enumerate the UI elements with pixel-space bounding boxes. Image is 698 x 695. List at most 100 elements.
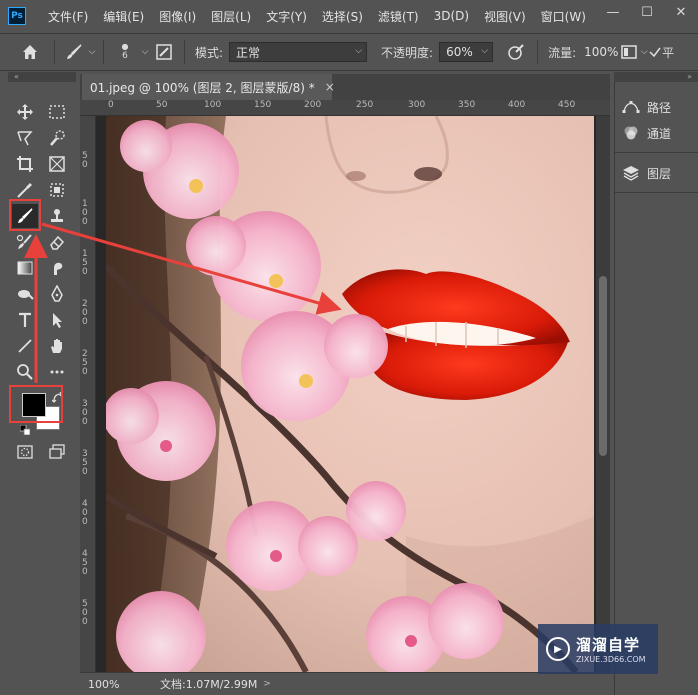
flow-label: 流量: <box>548 45 577 60</box>
eraser-tool[interactable] <box>44 230 70 254</box>
ruler-tick-label: 2 0 0 <box>82 299 88 327</box>
ruler-tick-label: 100 <box>204 100 222 110</box>
scrollbar-thumb[interactable] <box>599 276 607 456</box>
close-button[interactable]: ✕ <box>664 0 698 24</box>
brush-size-picker[interactable]: ● 6 <box>110 37 140 67</box>
dodge-tool[interactable] <box>12 282 38 306</box>
color-swatch-highlight <box>9 385 63 423</box>
screen-mode-icon[interactable] <box>44 440 70 464</box>
right-panel-dock: 路径 通道 图层 <box>614 82 698 695</box>
document-tab-title: 01.jpeg @ 100% (图层 2, 图层蒙版/8) * <box>90 80 315 95</box>
divider <box>54 40 55 64</box>
path-selection-tool[interactable] <box>44 308 70 332</box>
document-info: 文档:1.07M/2.99M <box>160 678 258 691</box>
pressure-opacity-icon[interactable] <box>501 37 531 67</box>
ruler-tick-label: 0 <box>108 100 114 110</box>
window-controls: — ☐ ✕ <box>596 0 698 24</box>
more-tools-icon[interactable] <box>44 360 70 384</box>
maximize-button[interactable]: ☐ <box>630 0 664 24</box>
options-bar: ⌵ ● 6 ⌵ 模式: 正常 ⌵ 不透明度: 60% ⌵ 流量: 100% ⌵ … <box>0 33 698 71</box>
panel-channels-label: 通道 <box>647 126 672 141</box>
marquee-tool[interactable] <box>44 100 70 124</box>
chevron-down-icon[interactable]: ⌵ <box>640 47 648 57</box>
panel-paths[interactable]: 路径 <box>621 94 671 120</box>
vertical-ruler[interactable]: 5 0 1 0 0 1 5 0 2 0 0 2 5 0 3 0 0 3 5 0 … <box>80 116 96 672</box>
ruler-tick-label: 150 <box>254 100 272 110</box>
status-menu-arrow-icon[interactable]: > <box>263 679 271 689</box>
zoom-tool[interactable] <box>12 360 38 384</box>
smudge-tool[interactable] <box>44 256 70 280</box>
panel-collapse-strip[interactable]: » <box>614 72 698 82</box>
quick-selection-tool[interactable] <box>44 126 70 150</box>
menu-layer[interactable]: 图层(L) <box>211 8 251 25</box>
brush-settings-icon[interactable] <box>150 37 178 67</box>
pen-tool[interactable] <box>44 282 70 306</box>
flow-value: 100% <box>584 45 619 59</box>
menu-file[interactable]: 文件(F) <box>48 8 88 25</box>
watermark-url: ZIXUE.3D66.COM <box>576 655 646 664</box>
menu-type[interactable]: 文字(Y) <box>266 8 307 25</box>
ruler-tick-label: 450 <box>558 100 576 110</box>
menu-view[interactable]: 视图(V) <box>484 8 526 25</box>
panel-layers-label: 图层 <box>647 166 672 181</box>
ruler-tick-label: 3 5 0 <box>82 449 88 477</box>
document-tab[interactable]: 01.jpeg @ 100% (图层 2, 图层蒙版/8) * × <box>82 74 335 100</box>
object-selection-tool[interactable] <box>44 178 70 202</box>
minimize-button[interactable]: — <box>596 0 630 24</box>
stamp-tool[interactable] <box>44 204 70 228</box>
mode-select[interactable]: 正常 ⌵ <box>229 42 368 62</box>
ruler-tick-label: 300 <box>408 100 426 110</box>
panel-paths-label: 路径 <box>647 100 672 115</box>
hand-tool[interactable] <box>44 334 70 358</box>
vertical-scrollbar[interactable] <box>596 116 610 672</box>
chevron-down-icon: ⌵ <box>355 46 363 56</box>
frame-tool[interactable] <box>44 152 70 176</box>
menu-filter[interactable]: 滤镜(T) <box>378 8 419 25</box>
type-tool[interactable] <box>12 308 38 332</box>
chevron-down-icon[interactable]: ⌵ <box>87 47 97 57</box>
menu-3d[interactable]: 3D(D) <box>434 9 469 23</box>
status-bar: 100% 文档:1.07M/2.99M > <box>80 672 610 695</box>
panel-layers[interactable]: 图层 <box>621 160 671 186</box>
ruler-tick-label: 50 <box>156 100 168 110</box>
menu-image[interactable]: 图像(I) <box>159 8 196 25</box>
opacity-label: 不透明度: <box>381 45 434 60</box>
history-brush-tool[interactable] <box>12 230 38 254</box>
panel-channels[interactable]: 通道 <box>621 120 671 146</box>
crop-tool[interactable] <box>12 152 38 176</box>
lasso-tool[interactable] <box>12 126 38 150</box>
paths-icon <box>621 98 641 116</box>
ruler-tick-label: 4 5 0 <box>82 549 88 577</box>
toolbar <box>8 82 76 672</box>
menu-bar: Ps 文件(F) 编辑(E) 图像(I) 图层(L) 文字(Y) 选择(S) 滤… <box>0 0 698 32</box>
chevron-down-icon: ⌵ <box>481 46 489 56</box>
ruler-tick-label: 1 0 0 <box>82 199 88 227</box>
quick-mask-icon[interactable] <box>12 440 38 464</box>
zoom-level[interactable]: 100% <box>88 678 148 691</box>
airbrush-icon[interactable] <box>618 37 640 67</box>
divider <box>184 40 185 64</box>
channels-icon <box>621 124 641 142</box>
menu-edit[interactable]: 编辑(E) <box>103 8 144 25</box>
ruler-tick-label: 4 0 0 <box>82 499 88 527</box>
home-icon[interactable] <box>12 37 48 67</box>
line-tool[interactable] <box>12 334 38 358</box>
document-canvas[interactable] <box>106 116 594 672</box>
flow-field[interactable]: 100% <box>582 42 618 62</box>
horizontal-ruler[interactable]: 0 50 100 150 200 250 300 350 400 450 <box>80 100 610 116</box>
brush-tool-highlight <box>9 199 41 231</box>
menu-select[interactable]: 选择(S) <box>322 8 363 25</box>
opacity-field[interactable]: 60% ⌵ <box>439 42 494 62</box>
smoothing-label: 平 <box>662 45 675 60</box>
toolbar-collapse-strip[interactable]: « <box>8 72 76 82</box>
move-tool[interactable] <box>12 100 38 124</box>
default-colors-icon[interactable] <box>19 424 31 436</box>
close-tab-icon[interactable]: × <box>325 80 335 94</box>
chevron-down-icon[interactable]: ⌵ <box>140 47 150 57</box>
brush-preset-icon[interactable] <box>61 37 87 67</box>
menu-window[interactable]: 窗口(W) <box>541 8 586 25</box>
smoothing-icon[interactable] <box>648 46 662 58</box>
divider <box>615 192 698 193</box>
ruler-tick-label: 5 0 0 <box>82 599 88 627</box>
gradient-tool[interactable] <box>12 256 38 280</box>
